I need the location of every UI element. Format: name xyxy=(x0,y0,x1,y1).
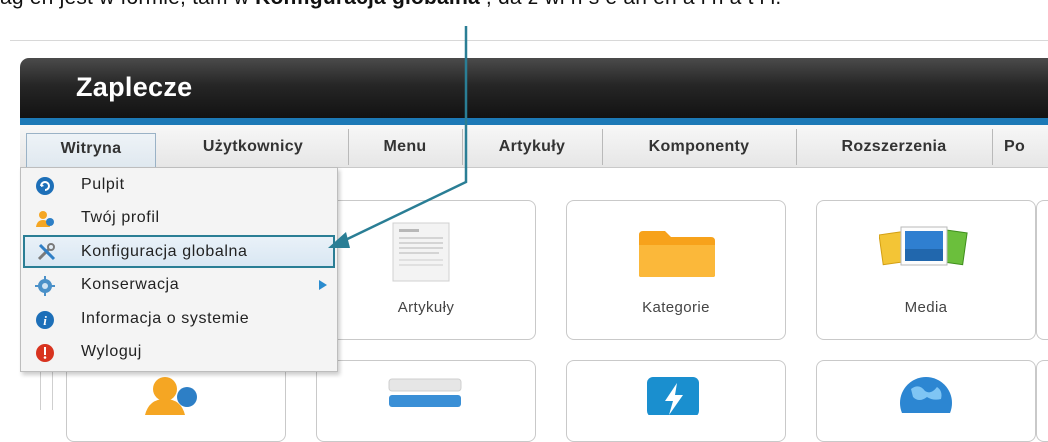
tile-menus[interactable] xyxy=(316,360,536,442)
page-title: Zaplecze xyxy=(76,72,193,102)
menu-item-partial[interactable]: Po xyxy=(992,129,1048,165)
menu-item-menu[interactable]: Menu xyxy=(348,129,463,165)
caption-text-left: ag en jest w formie, tam w xyxy=(0,0,255,9)
globe-icon xyxy=(891,373,961,429)
dropdown-item-label: Pulpit xyxy=(81,176,125,193)
divider xyxy=(10,40,1048,41)
menu-icon xyxy=(387,377,463,416)
document-icon xyxy=(389,221,459,288)
tile-languages[interactable] xyxy=(816,360,1036,442)
instruction-caption: ag en jest w formie, tam w Konfiguracja … xyxy=(0,0,1048,26)
svg-text:i: i xyxy=(43,313,47,328)
menu-item-uzytkownicy[interactable]: Użytkownicy xyxy=(158,129,349,165)
tile-artykuly[interactable]: Artykuły xyxy=(316,200,536,340)
dropdown-item-label: Konfiguracja globalna xyxy=(81,243,248,260)
caption-text-right: , da z wi n s e an en a i n a t i i. xyxy=(480,0,782,9)
refresh-icon xyxy=(35,175,55,195)
tile-label: Kategorie xyxy=(642,299,710,316)
tile-users[interactable] xyxy=(66,360,286,442)
user-icon xyxy=(35,208,55,228)
menu-item-komponenty[interactable]: Komponenty xyxy=(602,129,797,165)
dropdown-item-label: Twój profil xyxy=(81,209,160,226)
lightning-icon xyxy=(643,375,703,420)
tile-label: Artykuły xyxy=(397,299,455,316)
users-icon xyxy=(129,375,209,420)
admin-header: Zaplecze xyxy=(20,58,1048,118)
caption-text-bold: Konfiguracja globalna xyxy=(255,0,480,9)
dropdown-item-label: Wyloguj xyxy=(81,343,142,360)
dropdown-item-label: Informacja o systemie xyxy=(81,310,250,327)
main-menubar: Witryna Użytkownicy Menu Artykuły Kompon… xyxy=(20,125,1048,168)
info-icon: i xyxy=(35,309,55,329)
menu-item-artykuly[interactable]: Artykuły xyxy=(462,129,603,165)
gear-icon xyxy=(35,275,55,296)
dropdown-item-label: Konserwacja xyxy=(81,276,180,293)
accent-bar xyxy=(20,118,1048,125)
dropdown-item-konfiguracja[interactable]: Konfiguracja globalna xyxy=(23,235,335,268)
submenu-arrow-icon xyxy=(319,280,327,290)
tile-label: Media xyxy=(904,299,948,316)
dropdown-item-konserwacja[interactable]: Konserwacja xyxy=(21,268,337,301)
dropdown-item-informacja[interactable]: i Informacja o systemie xyxy=(21,302,337,335)
dropdown-item-wyloguj[interactable]: Wyloguj xyxy=(21,335,337,368)
folder-icon xyxy=(637,227,717,284)
tile-media[interactable]: Media xyxy=(816,200,1036,340)
witryna-dropdown: Pulpit Twój profil Konfiguracja globalna… xyxy=(20,167,338,372)
tile-partial[interactable] xyxy=(1036,360,1048,442)
tile-components[interactable] xyxy=(566,360,786,442)
power-icon xyxy=(35,342,55,362)
dropdown-item-profil[interactable]: Twój profil xyxy=(21,201,337,234)
media-icon xyxy=(878,221,969,280)
dropdown-item-pulpit[interactable]: Pulpit xyxy=(21,168,337,201)
menu-item-rozszerzenia[interactable]: Rozszerzenia xyxy=(796,129,993,165)
tile-partial[interactable] xyxy=(1036,200,1048,340)
tools-icon xyxy=(37,242,57,262)
menu-item-witryna[interactable]: Witryna xyxy=(26,133,156,167)
tile-kategorie[interactable]: Kategorie xyxy=(566,200,786,340)
